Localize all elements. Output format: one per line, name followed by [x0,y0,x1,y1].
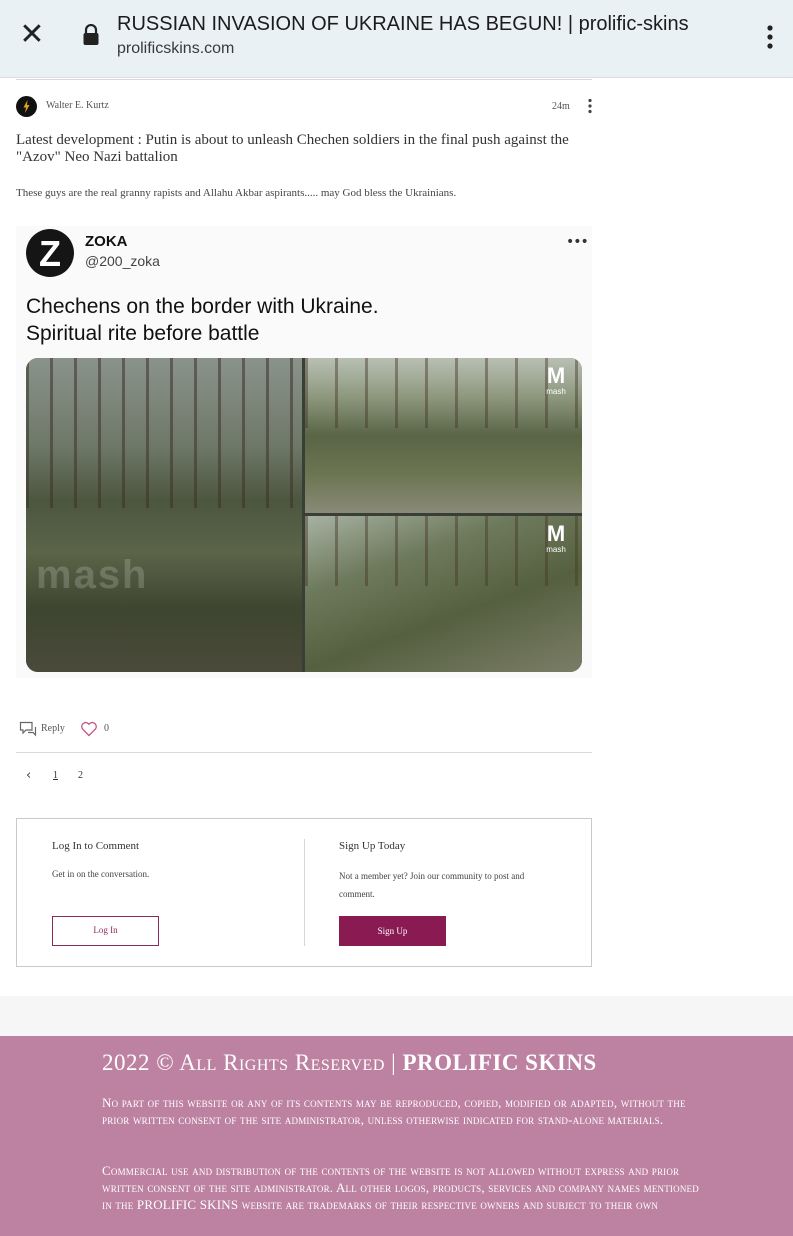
browser-toolbar: ✕ RUSSIAN INVASION OF UKRAINE HAS BEGUN!… [0,0,793,78]
login-heading: Log In to Comment [52,840,140,852]
tweet-avatar: Z [26,229,74,277]
mash-logo-icon: Mmash [546,363,566,396]
signup-heading: Sign Up Today [339,840,406,852]
footer-paragraph: No part of this website or any of its co… [102,1095,686,1127]
chevron-left-icon[interactable]: ‹ [26,768,38,783]
divider [304,839,305,946]
tweet-text: Chechens on the border with Ukraine. Spi… [26,293,576,347]
footer-brand[interactable]: PROLIFIC SKINS [402,1050,596,1075]
tweet-photos: Mmash Mmash mash [26,358,582,672]
footer-copyright-text: 2022 © All Rights Reserved | [102,1050,403,1075]
author-name[interactable]: Walter E. Kurtz [46,100,109,111]
page-link-1[interactable]: 1 [53,770,58,781]
tweet-avatar-letter: Z [39,233,61,274]
login-subtext: Get in on the conversation. [52,869,150,879]
mash-logo-icon: Mmash [546,521,566,554]
footer-copyright: 2022 © All Rights Reserved | PROLIFIC SK… [102,1050,742,1076]
divider [16,752,592,753]
avatar[interactable] [16,96,37,117]
heart-icon[interactable] [80,721,98,737]
like-count: 0 [104,723,109,734]
tweet-name: ZOKA [85,233,128,250]
login-button[interactable]: Log In [52,916,159,946]
site-footer: 2022 © All Rights Reserved | PROLIFIC SK… [0,1036,793,1236]
signup-button[interactable]: Sign Up [339,916,446,946]
tweet-handle: @200_zoka [85,253,160,269]
post-menu-icon[interactable] [584,97,596,115]
divider [16,79,592,80]
photo-soldiers-kneeling: Mmash [305,358,582,513]
photo-soldiers-praying: Mmash [305,516,582,672]
reply-icon[interactable] [19,721,37,737]
tweet-text-line: Chechens on the border with Ukraine. [26,295,379,318]
tweet-more-icon: ••• [566,234,589,250]
lock-icon [82,23,100,46]
page-link-2[interactable]: 2 [78,770,83,781]
mash-watermark: mash [36,553,149,597]
page-url[interactable]: prolificskins.com [117,40,234,58]
close-icon[interactable]: ✕ [18,20,46,50]
page-title: RUSSIAN INVASION OF UKRAINE HAS BEGUN! |… [117,13,689,35]
photo-soldiers-forest [26,358,302,672]
auth-box: Log In to Comment Get in on the conversa… [16,818,592,967]
spacer-band [0,996,793,1036]
kebab-menu-icon[interactable] [760,22,780,52]
post-time: 24m [552,101,570,112]
footer-paragraph: Commercial use and distribution of the c… [102,1163,699,1212]
reply-button[interactable]: Reply [41,723,65,734]
post-title: Latest development : Putin is about to u… [16,132,569,165]
embedded-image[interactable]: Z ZOKA @200_zoka ••• Chechens on the bor… [16,226,592,678]
post-body: These guys are the real granny rapists a… [16,187,457,199]
signup-subtext: Not a member yet? Join our community to … [339,871,525,899]
tweet-text-line: Spiritual rite before battle [26,322,260,345]
